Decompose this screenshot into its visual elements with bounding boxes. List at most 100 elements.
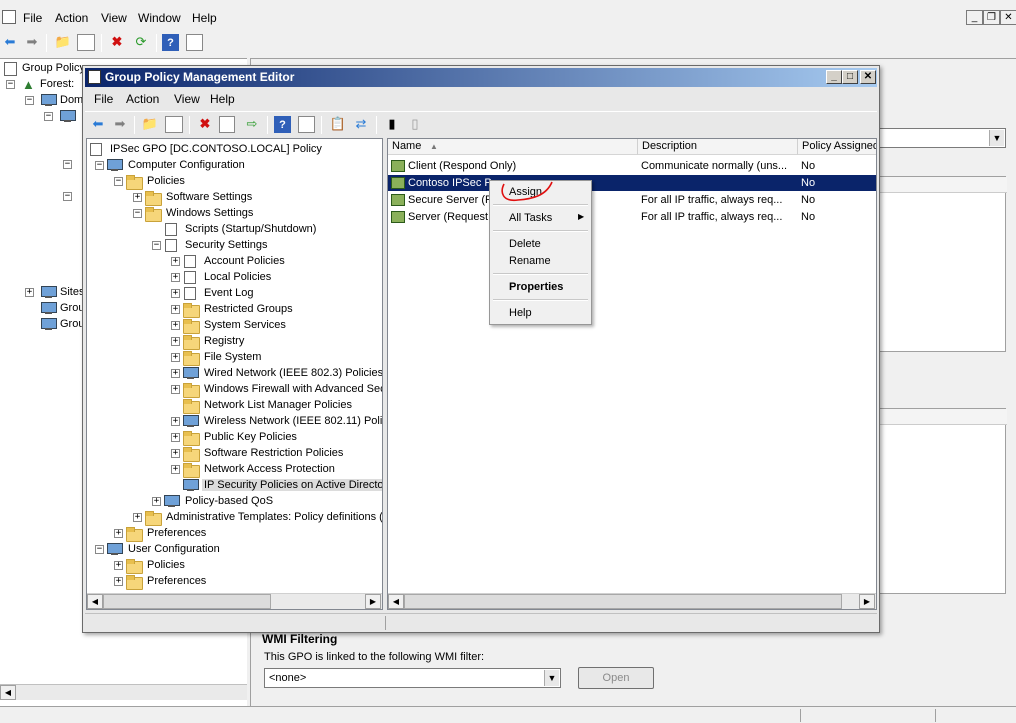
tree-node[interactable]: + Windows Firewall with Advanced Sec [87, 382, 382, 398]
tree-node[interactable]: − Policies [87, 174, 382, 190]
expand-toggle[interactable]: + [114, 561, 123, 570]
tree-node[interactable]: − Computer Configuration [87, 158, 382, 174]
collapse-toggle[interactable]: − [63, 160, 72, 169]
wmi-filter-select[interactable]: <none> ▼ [264, 668, 561, 688]
tree-node[interactable]: IPSec GPO [DC.CONTOSO.LOCAL] Policy [87, 142, 382, 158]
scroll-left-arrow[interactable]: ◀ [0, 685, 16, 700]
expand-toggle[interactable]: + [171, 433, 180, 442]
maximize-button[interactable]: □ [842, 70, 858, 84]
tree-node[interactable]: + Local Policies [87, 270, 382, 286]
expand-toggle[interactable]: + [133, 513, 142, 522]
collapse-toggle[interactable]: − [114, 177, 123, 186]
delete-icon[interactable]: ✖ [107, 32, 127, 52]
tree-node[interactable]: + Wireless Network (IEEE 802.11) Polic [87, 414, 382, 430]
tree-node[interactable]: + Software Settings [87, 190, 382, 206]
gpme-menu-file[interactable]: File [94, 92, 113, 106]
outer-tree-sites[interactable]: Sites [60, 286, 84, 298]
scroll-right-arrow[interactable]: ▶ [859, 594, 875, 609]
tree-node[interactable]: + Account Policies [87, 254, 382, 270]
outer-tree-item-b[interactable]: Grou [60, 318, 84, 330]
chevron-down-icon[interactable]: ▼ [989, 130, 1004, 146]
expand-toggle[interactable]: + [171, 353, 180, 362]
tree-node[interactable]: IP Security Policies on Active Director [87, 478, 382, 494]
outer-menu-help[interactable]: Help [192, 11, 217, 25]
expand-toggle[interactable]: + [171, 321, 180, 330]
tree-node[interactable]: + Registry [87, 334, 382, 350]
table-row[interactable]: Contoso IPSec Po No [388, 175, 876, 191]
collapse-toggle[interactable]: − [44, 112, 53, 121]
gpme-menu-view[interactable]: View [174, 92, 200, 106]
outer-menu-view[interactable]: View [101, 11, 127, 25]
tree-node[interactable]: + Restricted Groups [87, 302, 382, 318]
export-list-icon[interactable]: ⇨ [242, 114, 262, 134]
tree-hscroll[interactable]: ◀ ▶ [87, 593, 382, 609]
forward-icon[interactable]: ➡ [22, 32, 42, 52]
gpme-titlebar[interactable]: Group Policy Management Editor _ □ ✕ [85, 68, 877, 87]
collapse-toggle[interactable]: − [133, 209, 142, 218]
collapse-toggle[interactable]: − [63, 192, 72, 201]
collapse-toggle[interactable]: − [6, 80, 15, 89]
expand-toggle[interactable]: + [114, 529, 123, 538]
new-policy-icon[interactable]: 📋 [328, 114, 348, 134]
expand-toggle[interactable]: + [25, 288, 34, 297]
tree-node[interactable]: − Security Settings [87, 238, 382, 254]
up-folder-icon[interactable]: 📁 [140, 114, 160, 134]
list-hscroll[interactable]: ◀ ▶ [388, 593, 876, 609]
outer-menu-action[interactable]: Action [55, 11, 88, 25]
outer-dropdown[interactable]: ▼ [870, 128, 1006, 148]
outer-tree-item-a[interactable]: Grou [60, 302, 84, 314]
outer-menu-file[interactable]: File [23, 11, 42, 25]
collapse-toggle[interactable]: − [95, 545, 104, 554]
expand-toggle[interactable]: + [171, 417, 180, 426]
unassign-policy-icon[interactable]: ▯ [405, 114, 425, 134]
forward-icon[interactable]: ➡ [110, 114, 130, 134]
expand-toggle[interactable]: + [171, 257, 180, 266]
expand-toggle[interactable]: + [114, 577, 123, 586]
up-folder-icon[interactable]: 📁 [53, 32, 73, 52]
tree-node[interactable]: Network List Manager Policies [87, 398, 382, 414]
manage-filters-icon[interactable]: ⇄ [351, 114, 371, 134]
tree-node[interactable]: + Event Log [87, 286, 382, 302]
tree-node[interactable]: + Public Key Policies [87, 430, 382, 446]
delete-icon[interactable]: ✖ [195, 114, 215, 134]
menu-item-help[interactable]: Help [509, 307, 532, 319]
properties-icon[interactable] [219, 116, 235, 133]
tree-node[interactable]: − Windows Settings [87, 206, 382, 222]
scroll-thumb[interactable] [404, 594, 842, 609]
assign-policy-icon[interactable]: ▮ [382, 114, 402, 134]
expand-toggle[interactable]: + [171, 305, 180, 314]
tree-node[interactable]: − User Configuration [87, 542, 382, 558]
column-header-name[interactable]: Name ▲ [388, 139, 638, 155]
gpme-menu-action[interactable]: Action [126, 92, 159, 106]
outer-tree-hscroll[interactable]: ◀ [0, 684, 247, 700]
tree-node[interactable]: + Preferences [87, 526, 382, 542]
menu-item-delete[interactable]: Delete [509, 238, 541, 250]
help-icon[interactable]: ? [274, 116, 291, 133]
menu-item-properties[interactable]: Properties [509, 281, 563, 293]
chevron-down-icon[interactable]: ▼ [544, 670, 559, 686]
show-hide-tree-icon[interactable] [77, 34, 95, 51]
table-row[interactable]: Client (Respond Only) Communicate normall… [388, 158, 876, 174]
tree-node[interactable]: + Preferences [87, 574, 382, 590]
outer-close-button[interactable]: ✕ [1000, 10, 1016, 25]
tree-node[interactable]: + Administrative Templates: Policy defini… [87, 510, 382, 526]
table-row[interactable]: Server (Request For all IP traffic, alway… [388, 209, 876, 225]
outer-tree-forest[interactable]: Forest: [40, 78, 74, 90]
scroll-right-arrow[interactable]: ▶ [365, 594, 381, 609]
back-icon[interactable]: ⬅ [88, 114, 108, 134]
help-icon[interactable]: ? [162, 34, 179, 51]
outer-tree-root[interactable]: Group Policy [22, 62, 85, 74]
expand-toggle[interactable]: + [171, 289, 180, 298]
tree-node[interactable]: + Policy-based QoS [87, 494, 382, 510]
collapse-toggle[interactable]: − [25, 96, 34, 105]
tree-node[interactable]: + File System [87, 350, 382, 366]
collapse-toggle[interactable]: − [152, 241, 161, 250]
scroll-left-arrow[interactable]: ◀ [388, 594, 404, 609]
tree-node[interactable]: + System Services [87, 318, 382, 334]
show-hide-tree-icon[interactable] [165, 116, 183, 133]
tree-node[interactable]: + Network Access Protection [87, 462, 382, 478]
gpme-menu-help[interactable]: Help [210, 92, 235, 106]
tree-node[interactable]: + Wired Network (IEEE 802.3) Policies [87, 366, 382, 382]
menu-item-rename[interactable]: Rename [509, 255, 551, 267]
expand-toggle[interactable]: + [171, 449, 180, 458]
